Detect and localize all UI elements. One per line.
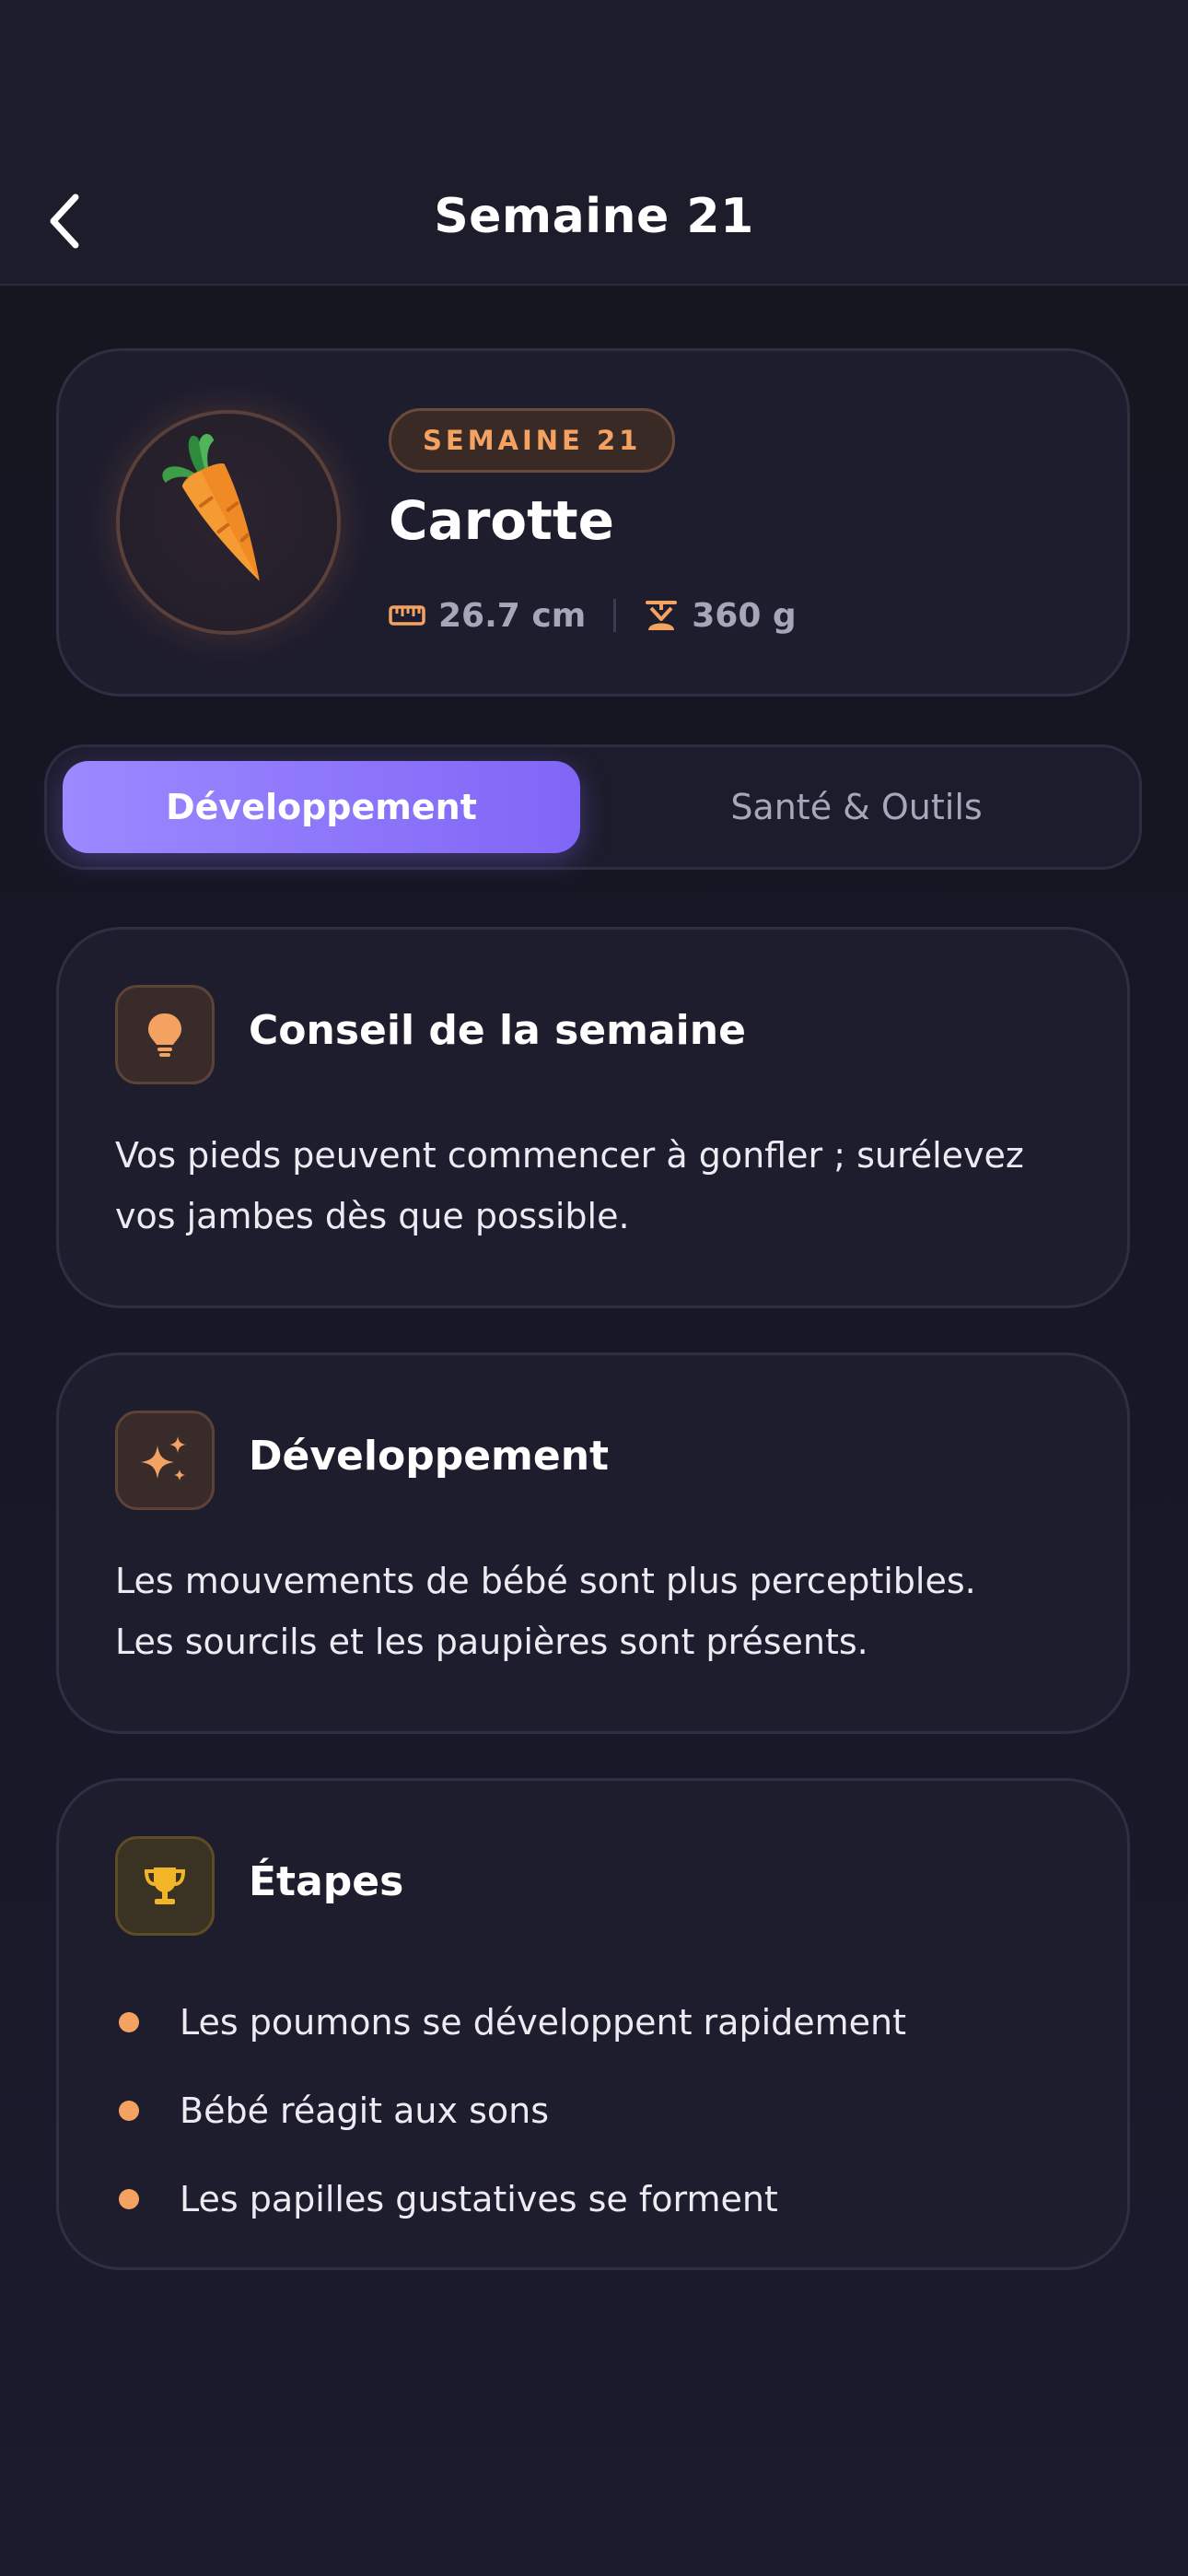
tab-developpement[interactable]: Développement [63, 761, 580, 853]
length-value: 26.7 cm [438, 596, 587, 635]
milestones-list: Les poumons se développent rapidement Bé… [115, 1978, 1091, 2243]
tip-card: Conseil de la semaine Vos pieds peuvent … [56, 927, 1130, 1308]
tip-text-line: vos jambes dès que possible. [115, 1196, 630, 1236]
size-metrics: 26.7 cm 360 g [389, 592, 797, 638]
top-bar: Semaine 21 [0, 0, 1188, 286]
tip-text-line: Vos pieds peuvent commencer à gonfler ; … [115, 1135, 1024, 1176]
list-item: Les poumons se développent rapidement [115, 1978, 1091, 2067]
weight-metric: 360 g [644, 596, 797, 635]
list-item: Les papilles gustatives se forment [115, 2155, 1091, 2243]
fruit-name: Carotte [389, 489, 614, 552]
milestones-card: Étapes Les poumons se développent rapide… [56, 1778, 1130, 2270]
trophy-icon [144, 1868, 186, 1904]
tab-sante-outils[interactable]: Santé & Outils [598, 761, 1115, 853]
milestones-icon-box [115, 1836, 215, 1936]
page-title: Semaine 21 [434, 189, 754, 244]
length-metric: 26.7 cm [389, 597, 586, 635]
bullet-dot [119, 2101, 139, 2121]
bullet-dot [119, 2012, 139, 2032]
tip-text: Vos pieds peuvent commencer à gonfler ; … [115, 1125, 1091, 1247]
sparkles-icon [141, 1436, 186, 1481]
list-item-text: Les papilles gustatives se forment [180, 2179, 778, 2219]
section-tabs: Développement Santé & Outils [44, 744, 1142, 870]
list-item-text: Bébé réagit aux sons [180, 2090, 550, 2131]
ruler-icon [389, 605, 425, 626]
development-card: Développement Les mouvements de bébé son… [56, 1352, 1130, 1734]
development-text: Les mouvements de bébé sont plus percept… [115, 1551, 1091, 1672]
development-text-line: Les sourcils et les paupières sont prése… [115, 1622, 868, 1662]
weight-value: 360 g [692, 596, 797, 635]
milestones-title: Étapes [249, 1858, 404, 1905]
development-title: Développement [249, 1433, 610, 1480]
fruit-avatar [116, 410, 341, 635]
tip-icon-box [115, 985, 215, 1084]
development-text-line: Les mouvements de bébé sont plus percept… [115, 1561, 976, 1601]
carrot-icon [162, 434, 260, 581]
scale-icon [646, 601, 678, 630]
metric-divider [613, 599, 617, 632]
week-summary-card: SEMAINE 21 Carotte 26.7 cm 360 g [56, 348, 1130, 697]
list-item-text: Les poumons se développent rapidement [180, 2002, 907, 2043]
lightbulb-icon [148, 1013, 181, 1057]
list-item: Bébé réagit aux sons [115, 2067, 1091, 2155]
bullet-dot [119, 2189, 139, 2209]
development-icon-box [115, 1411, 215, 1510]
week-badge: SEMAINE 21 [389, 408, 676, 473]
tip-title: Conseil de la semaine [249, 1007, 746, 1054]
